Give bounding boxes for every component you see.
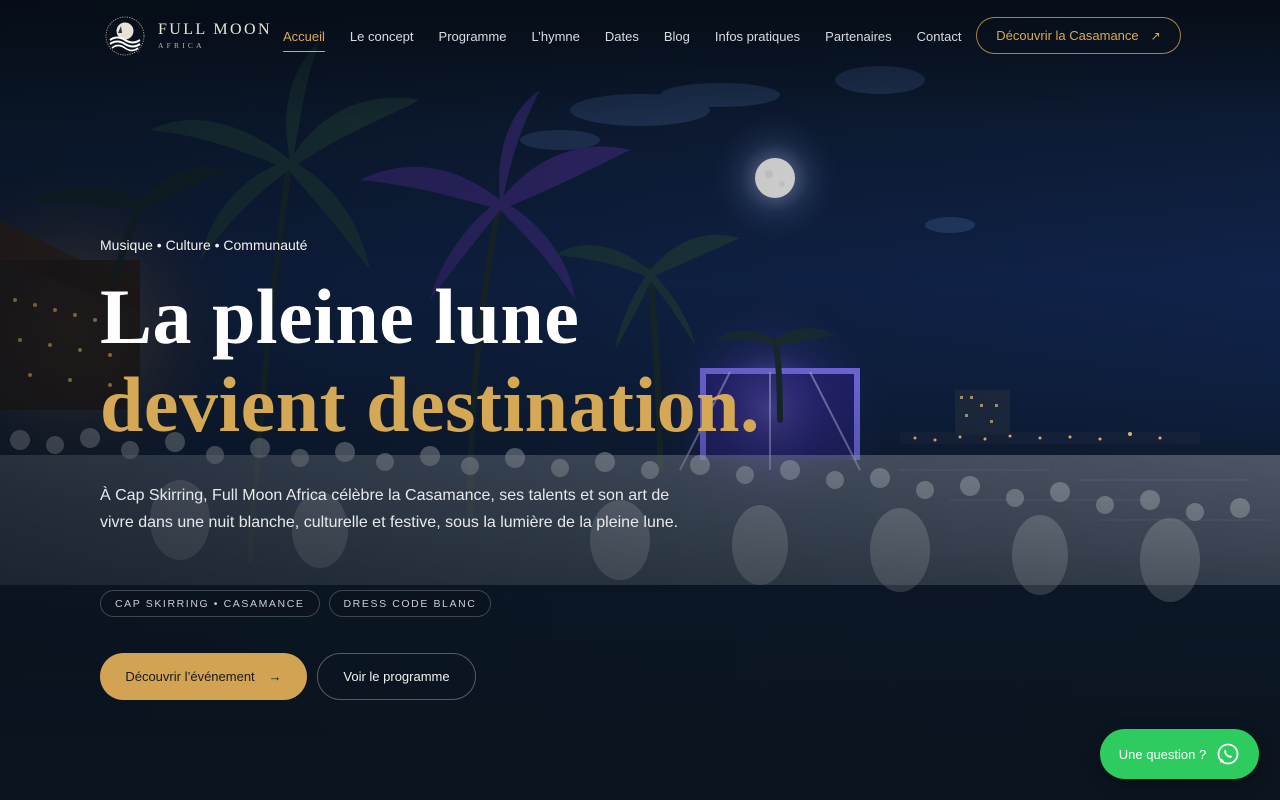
hero-chips: CAP SKIRRING • CASAMANCE DRESS CODE BLAN… [100,590,492,617]
nav-item-contact[interactable]: Contact [917,25,962,48]
arrow-right-icon: → [268,669,282,684]
main-nav: Accueil Le concept Programme L’hymne Dat… [283,0,986,72]
discover-casamance-button[interactable]: Découvrir la Casamance ↗ [976,17,1181,54]
nav-item-dates[interactable]: Dates [605,25,639,48]
chip-dress-code: DRESS CODE BLANC [328,590,492,617]
nav-item-hymne[interactable]: L’hymne [531,25,579,48]
brand-title: FULL MOON [158,21,272,39]
nav-item-programme[interactable]: Programme [439,25,507,48]
arrow-up-right-icon: ↗ [1150,28,1161,43]
whatsapp-label: Une question ? [1118,746,1207,762]
site-header: FULL MOON AFRICA Accueil Le concept Prog… [0,0,1280,72]
whatsapp-icon [1217,743,1239,765]
full-moon-logo-icon [105,16,145,56]
nav-item-partenaires[interactable]: Partenaires [825,25,891,48]
nav-item-accueil[interactable]: Accueil [283,25,325,52]
nav-item-blog[interactable]: Blog [664,25,690,48]
discover-event-label: Découvrir l’événement [125,669,255,684]
hero-title-line2: devient destination. [100,361,761,448]
whatsapp-question-button[interactable]: Une question ? [1100,729,1259,779]
brand-logo[interactable]: FULL MOON AFRICA [104,15,272,57]
hero-title-line1: La pleine lune [100,273,580,360]
view-program-label: Voir le programme [343,669,450,684]
view-program-button[interactable]: Voir le programme [317,653,476,700]
chip-location: CAP SKIRRING • CASAMANCE [100,590,320,617]
hero-lead: À Cap Skirring, Full Moon Africa célèbre… [100,487,679,531]
nav-item-infos-pratiques[interactable]: Infos pratiques [715,25,800,48]
discover-casamance-label: Découvrir la Casamance [996,28,1139,43]
nav-item-le-concept[interactable]: Le concept [350,25,414,48]
discover-event-button[interactable]: Découvrir l’événement → [100,653,307,700]
brand-subtitle: AFRICA [158,41,205,51]
hero-eyebrow: Musique • Culture • Communauté [100,237,308,253]
